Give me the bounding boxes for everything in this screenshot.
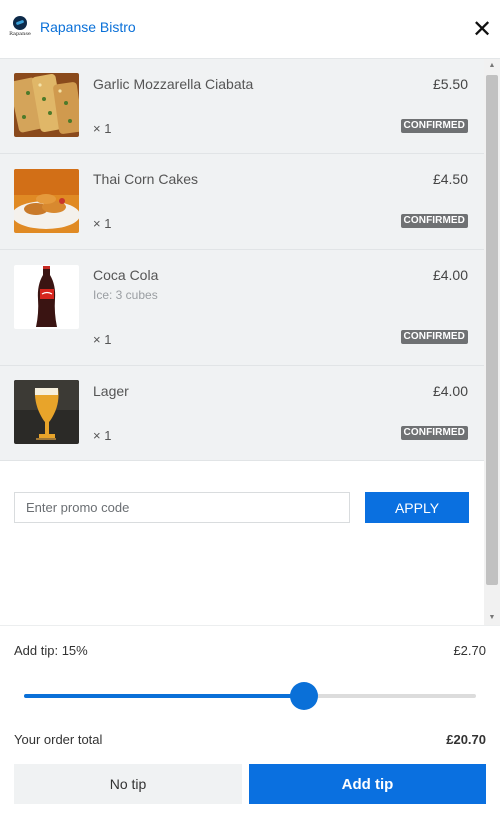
item-quantity: × 1 [93, 428, 112, 443]
status-badge: CONFIRMED [400, 214, 468, 228]
promo-code-input[interactable] [14, 492, 350, 523]
restaurant-logo: Rapanse [8, 16, 32, 42]
item-quantity: × 1 [93, 216, 112, 231]
no-tip-button[interactable]: No tip [14, 764, 242, 804]
tip-amount: £2.70 [453, 643, 486, 658]
status-badge: CONFIRMED [400, 119, 468, 133]
status-badge: CONFIRMED [400, 330, 468, 344]
item-name: Thai Corn Cakes [93, 171, 199, 187]
apply-promo-button[interactable]: APPLY [365, 492, 469, 523]
item-price: £4.00 [432, 267, 468, 283]
scrollbar-thumb[interactable] [486, 75, 498, 585]
add-tip-button[interactable]: Add tip [249, 764, 486, 804]
item-note: Ice: 3 cubes [93, 288, 158, 302]
tip-label: Add tip: 15% [14, 643, 88, 658]
item-name: Garlic Mozzarella Ciabata [93, 76, 254, 92]
order-items-list[interactable]: Garlic Mozzarella Ciabata £5.50 × 1 CONF… [0, 59, 484, 625]
item-name: Lager [93, 383, 129, 399]
scrollbar[interactable]: ▲ ▼ [484, 59, 500, 625]
item-price: £5.50 [432, 76, 468, 92]
order-item-coca-cola: Coca Cola Ice: 3 cubes £4.00 × 1 CONFIRM… [0, 250, 484, 366]
header: Rapanse Rapanse Bistro ✕ [0, 0, 500, 59]
order-total-label: Your order total [14, 732, 103, 747]
garlic-ciabata-image [14, 73, 79, 137]
thai-corn-cakes-image [14, 169, 79, 233]
lager-image [14, 380, 79, 444]
order-total-value: £20.70 [446, 732, 486, 747]
coca-cola-image [14, 265, 79, 329]
logo-text: Rapanse [9, 31, 31, 37]
checkout-footer: Add tip: 15% £2.70 Your order total £20.… [0, 625, 500, 818]
item-quantity: × 1 [93, 332, 112, 347]
tip-slider[interactable] [24, 682, 476, 710]
item-name: Coca Cola [93, 267, 159, 283]
tip-slider-handle[interactable] [290, 682, 319, 710]
item-price: £4.50 [432, 171, 468, 187]
restaurant-name[interactable]: Rapanse Bistro [40, 19, 136, 35]
item-quantity: × 1 [93, 121, 112, 136]
close-icon[interactable]: ✕ [468, 16, 496, 44]
order-item-lager: Lager £4.00 × 1 CONFIRMED [0, 366, 484, 461]
scroll-up-arrow-icon[interactable]: ▲ [484, 59, 500, 73]
order-item-garlic-ciabata: Garlic Mozzarella Ciabata £5.50 × 1 CONF… [0, 59, 484, 154]
scroll-down-arrow-icon[interactable]: ▼ [484, 611, 500, 625]
order-item-thai-corn-cakes: Thai Corn Cakes £4.50 × 1 CONFIRMED [0, 154, 484, 250]
tip-slider-fill [24, 694, 305, 698]
logo-emblem-icon [13, 16, 27, 30]
item-price: £4.00 [432, 383, 468, 399]
status-badge: CONFIRMED [400, 426, 468, 440]
